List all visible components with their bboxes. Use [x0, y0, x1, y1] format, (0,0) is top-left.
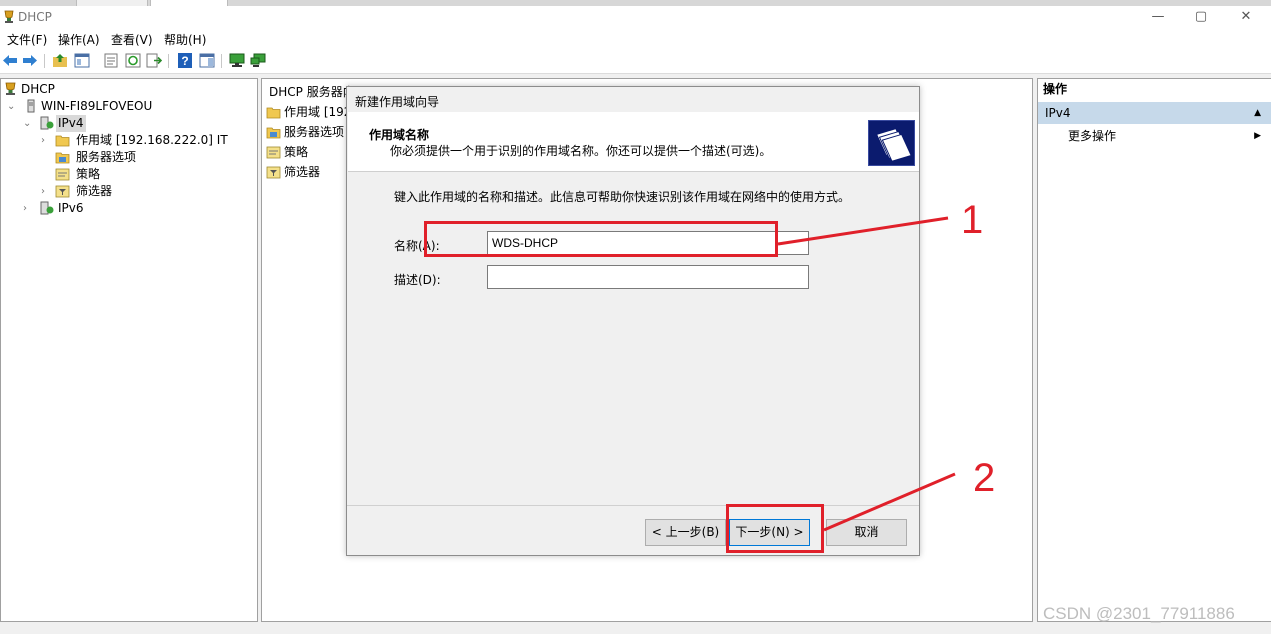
annotation-marker-2: 2 — [973, 456, 996, 500]
tree-label: IPv6 — [58, 201, 84, 215]
server-options-icon — [55, 152, 70, 164]
menu-view[interactable]: 查看(V) — [111, 31, 153, 48]
svg-text:?: ? — [181, 54, 188, 68]
watermark: CSDN @2301_77911886 — [1043, 604, 1235, 623]
actions-section-label: IPv4 — [1045, 106, 1071, 120]
server-icon — [27, 99, 35, 113]
button-area-divider — [347, 505, 919, 506]
filter-icon — [55, 185, 70, 198]
status-bar — [0, 624, 1271, 634]
menu-help[interactable]: 帮助(H) — [164, 31, 206, 48]
back-button[interactable]: < 上一步(B) — [645, 519, 726, 546]
title-bar: DHCP — ▢ ✕ — [0, 6, 1271, 30]
show-hide-tree-icon[interactable] — [74, 53, 90, 68]
list-item-label: 作用域 [192. — [284, 105, 356, 119]
toolbar: ? — [0, 48, 1271, 74]
tree-label: 作用域 [192.168.222.0] IT — [76, 133, 228, 147]
policy-icon — [266, 146, 281, 159]
forward-arrow-icon[interactable] — [22, 53, 38, 68]
list-item-label: 服务器选项 — [284, 125, 345, 139]
network-computer-icon[interactable] — [250, 53, 266, 68]
submenu-arrow-icon: ▶ — [1254, 131, 1261, 141]
server-options-icon — [266, 127, 281, 139]
tree-label: IPv4 — [56, 115, 86, 132]
list-item-label: 筛选器 — [284, 165, 321, 179]
action-pane-icon[interactable] — [199, 53, 215, 68]
results-header: DHCP 服务器内 — [269, 85, 355, 99]
list-item-label: 策略 — [284, 145, 309, 159]
wizard-instruction: 键入此作用域的名称和描述。此信息可帮助你快速识别该作用域在网络中的使用方式。 — [394, 190, 851, 204]
annotation-box-2 — [726, 504, 824, 553]
description-label: 描述(D): — [394, 273, 441, 287]
menu-action[interactable]: 操作(A) — [58, 31, 100, 48]
up-folder-icon[interactable] — [52, 53, 68, 68]
help-icon[interactable]: ? — [177, 53, 193, 68]
expand-chevron-icon[interactable]: › — [41, 132, 51, 149]
wizard-subheading: 你必须提供一个用于识别的作用域名称。你还可以提供一个描述(可选)。 — [390, 144, 772, 158]
menu-file[interactable]: 文件(F) — [7, 31, 47, 48]
properties-icon[interactable] — [103, 53, 119, 68]
actions-section-ipv4[interactable]: IPv4 ▲ — [1038, 102, 1271, 124]
actions-header: 操作 — [1038, 79, 1271, 100]
expand-chevron-icon[interactable]: › — [41, 183, 51, 200]
wizard-heading: 作用域名称 — [369, 128, 430, 142]
policy-icon — [55, 168, 70, 181]
toolbar-separator — [168, 54, 169, 68]
dhcp-icon — [5, 82, 16, 95]
toolbar-separator — [221, 54, 222, 68]
ipv6-icon — [40, 201, 54, 215]
minimize-button[interactable]: — — [1135, 6, 1181, 28]
menu-bar: 文件(F) 操作(A) 查看(V) 帮助(H) — [0, 30, 1271, 48]
folder-icon — [266, 107, 281, 119]
toolbar-separator — [44, 54, 45, 68]
collapse-up-icon[interactable]: ▲ — [1254, 102, 1261, 124]
tree-label: WIN-FI89LFOVEOU — [41, 99, 153, 113]
close-button[interactable]: ✕ — [1223, 6, 1269, 28]
dialog-title: 新建作用域向导 — [355, 95, 440, 109]
collapse-chevron-icon[interactable]: ⌄ — [23, 115, 33, 132]
cancel-button[interactable]: 取消 — [826, 519, 907, 546]
annotation-box-1 — [424, 221, 778, 257]
back-arrow-icon[interactable] — [2, 53, 18, 68]
tree-label: DHCP — [21, 82, 55, 96]
annotation-marker-1: 1 — [961, 198, 984, 242]
tree-label: 服务器选项 — [76, 150, 137, 164]
maximize-button[interactable]: ▢ — [1178, 6, 1224, 28]
export-list-icon[interactable] — [146, 53, 162, 68]
actions-pane: 操作 IPv4 ▲ 更多操作 ▶ — [1037, 78, 1271, 622]
dhcp-app-icon — [4, 10, 14, 23]
refresh-icon[interactable] — [125, 53, 141, 68]
tree-label: 策略 — [76, 167, 101, 181]
wizard-header: 作用域名称 你必须提供一个用于识别的作用域名称。你还可以提供一个描述(可选)。 — [348, 112, 919, 172]
tree-label: 筛选器 — [76, 184, 113, 198]
more-actions-item[interactable]: 更多操作 — [1068, 126, 1116, 146]
expand-chevron-icon[interactable]: › — [23, 200, 33, 217]
collapse-chevron-icon[interactable]: ⌄ — [7, 98, 17, 115]
console-tree-pane: DHCP ⌄ WIN-FI89LFOVEOU ⌄ IPv4 › 作用域 [192… — [0, 78, 258, 622]
ipv4-icon — [40, 116, 54, 130]
computer-icon[interactable] — [229, 53, 245, 68]
new-scope-wizard-dialog: 新建作用域向导 作用域名称 你必须提供一个用于识别的作用域名称。你还可以提供一个… — [346, 86, 920, 556]
filter-icon — [266, 166, 281, 179]
wizard-folders-icon — [868, 120, 915, 166]
window-title: DHCP — [18, 10, 52, 24]
scope-description-input[interactable] — [487, 265, 809, 289]
folder-icon — [55, 135, 70, 147]
